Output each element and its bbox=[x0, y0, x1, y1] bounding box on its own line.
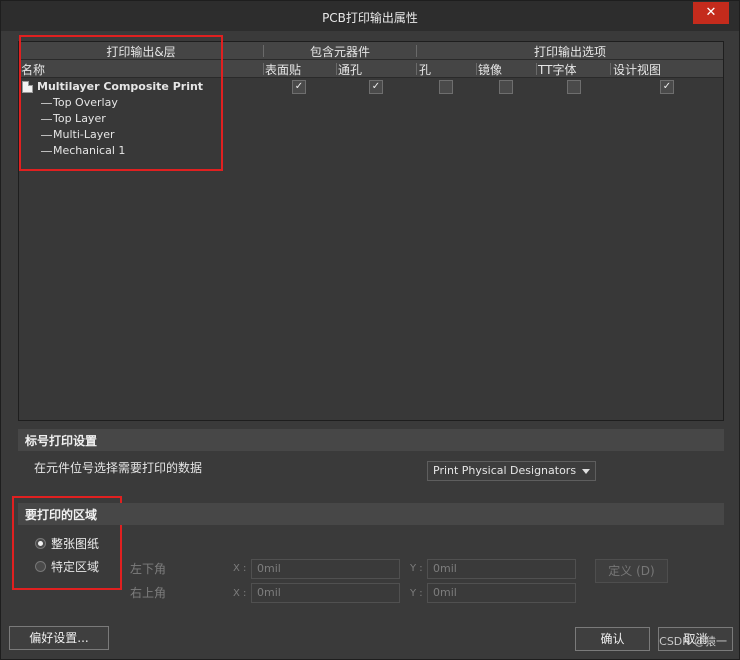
upper-right-y-field[interactable]: 0mil bbox=[427, 583, 576, 603]
define-button[interactable]: 定义 (D) bbox=[595, 559, 668, 583]
header-separator bbox=[536, 63, 537, 75]
radio-whole-sheet-label[interactable]: 整张图纸 bbox=[51, 535, 99, 552]
header-separator bbox=[610, 63, 611, 75]
header-separator bbox=[476, 63, 477, 75]
ok-button[interactable]: 确认 bbox=[575, 627, 650, 651]
column-header-smd[interactable]: 表面贴 bbox=[265, 61, 301, 78]
designator-prompt: 在元件位号选择需要打印的数据 bbox=[34, 461, 203, 475]
header-separator bbox=[336, 63, 337, 75]
upper-right-x-field[interactable]: 0mil bbox=[251, 583, 400, 603]
column-header-mirror[interactable]: 镜像 bbox=[478, 61, 502, 78]
designator-combo-value: Print Physical Designators bbox=[433, 464, 577, 477]
highlight-box-layers bbox=[19, 35, 223, 171]
ur-x-label: X : bbox=[233, 588, 247, 599]
lower-left-label: 左下角 bbox=[130, 562, 167, 576]
ll-x-label: X : bbox=[233, 563, 247, 574]
title-bar: PCB打印输出属性 ✕ bbox=[1, 1, 739, 31]
radio-whole-sheet[interactable] bbox=[35, 538, 46, 549]
column-header-design-view[interactable]: 设计视图 bbox=[613, 61, 661, 78]
dialog-window: PCB打印输出属性 ✕ 打印输出&层 包含元器件 打印输出选项 名称 表面贴 通… bbox=[0, 0, 740, 660]
designator-section-title: 标号打印设置 bbox=[25, 434, 98, 448]
close-button[interactable]: ✕ bbox=[693, 2, 729, 24]
area-section-header: 要打印的区域 bbox=[18, 503, 724, 525]
designator-section-header: 标号打印设置 bbox=[18, 429, 724, 451]
lower-left-y-field[interactable]: 0mil bbox=[427, 559, 576, 579]
radio-specific-area[interactable] bbox=[35, 561, 46, 572]
ll-y-label: Y : bbox=[410, 563, 423, 574]
column-header-holes[interactable]: 孔 bbox=[419, 61, 431, 78]
smd-checkbox[interactable]: ✓ bbox=[292, 80, 306, 94]
column-header-tt-font[interactable]: TT字体 bbox=[538, 61, 576, 78]
lower-left-x-field[interactable]: 0mil bbox=[251, 559, 400, 579]
upper-right-label: 右上角 bbox=[130, 586, 167, 600]
radio-specific-area-label[interactable]: 特定区域 bbox=[51, 558, 99, 575]
header-separator bbox=[263, 63, 264, 75]
chevron-down-icon bbox=[582, 469, 590, 474]
ur-y-label: Y : bbox=[410, 588, 423, 599]
group-header-options: 打印输出选项 bbox=[533, 45, 606, 59]
tt-font-checkbox[interactable] bbox=[567, 80, 581, 94]
designator-combo[interactable]: Print Physical Designators bbox=[427, 461, 596, 481]
holes-checkbox[interactable] bbox=[439, 80, 453, 94]
area-section-title: 要打印的区域 bbox=[25, 508, 98, 522]
csdn-watermark: CSDN @猿一 bbox=[659, 635, 727, 648]
group-header-components: 包含元器件 bbox=[309, 45, 370, 59]
close-icon: ✕ bbox=[705, 5, 717, 20]
through-hole-checkbox[interactable]: ✓ bbox=[369, 80, 383, 94]
design-view-checkbox[interactable]: ✓ bbox=[660, 80, 674, 94]
mirror-checkbox[interactable] bbox=[499, 80, 513, 94]
preferences-button[interactable]: 偏好设置... bbox=[9, 626, 109, 650]
dialog-title: PCB打印输出属性 bbox=[322, 11, 418, 25]
header-separator bbox=[416, 63, 417, 75]
column-header-through-hole[interactable]: 通孔 bbox=[338, 61, 362, 78]
